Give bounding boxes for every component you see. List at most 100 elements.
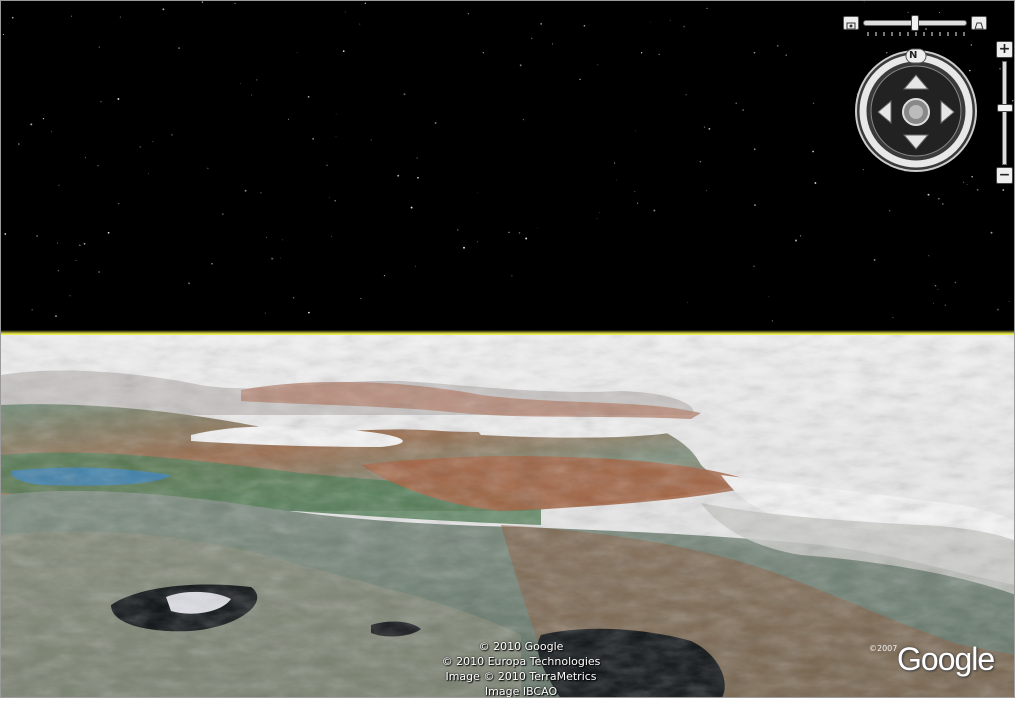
star bbox=[69, 295, 71, 297]
star bbox=[482, 52, 485, 54]
star bbox=[634, 130, 636, 132]
star bbox=[75, 259, 77, 261]
star bbox=[785, 54, 787, 56]
star bbox=[119, 16, 121, 18]
star bbox=[928, 255, 930, 257]
star bbox=[97, 165, 99, 167]
star bbox=[583, 24, 586, 27]
google-logo: Google bbox=[897, 641, 995, 677]
star bbox=[971, 176, 973, 178]
star bbox=[699, 160, 702, 163]
star bbox=[260, 192, 262, 194]
star bbox=[907, 11, 909, 13]
star bbox=[118, 202, 120, 205]
star bbox=[397, 174, 400, 177]
star bbox=[18, 143, 20, 145]
star bbox=[938, 198, 940, 200]
star bbox=[954, 281, 957, 284]
star bbox=[531, 37, 533, 39]
star bbox=[415, 265, 417, 267]
star bbox=[735, 102, 737, 104]
star bbox=[11, 16, 14, 19]
star bbox=[522, 118, 525, 121]
star bbox=[207, 167, 209, 169]
zoom-out-button[interactable]: − bbox=[996, 167, 1013, 184]
star bbox=[71, 15, 73, 17]
zoom-slider-track[interactable] bbox=[1002, 61, 1007, 165]
look-slider-ticks bbox=[867, 32, 965, 36]
star bbox=[768, 296, 770, 298]
star bbox=[525, 237, 528, 240]
star bbox=[147, 172, 149, 174]
star bbox=[685, 94, 687, 96]
slider-tick bbox=[915, 32, 917, 36]
star bbox=[519, 64, 522, 67]
star bbox=[403, 93, 406, 96]
star bbox=[614, 162, 616, 164]
star bbox=[463, 246, 465, 249]
look-around-icon[interactable] bbox=[843, 16, 859, 30]
star bbox=[970, 44, 973, 46]
slider-tick bbox=[875, 32, 877, 36]
star bbox=[511, 275, 513, 277]
star bbox=[708, 128, 711, 130]
star bbox=[57, 270, 59, 272]
star bbox=[370, 139, 372, 141]
slider-tick bbox=[891, 32, 893, 36]
star bbox=[84, 157, 86, 159]
star bbox=[344, 11, 346, 13]
star bbox=[653, 209, 656, 212]
star bbox=[996, 308, 999, 311]
street-view-icon[interactable] bbox=[971, 16, 987, 30]
star bbox=[42, 118, 45, 120]
star bbox=[637, 202, 639, 204]
star bbox=[329, 196, 330, 198]
zoom-control[interactable]: + − bbox=[995, 41, 1014, 187]
slider-tick bbox=[963, 32, 965, 36]
star bbox=[889, 210, 891, 212]
star bbox=[98, 271, 101, 273]
star bbox=[222, 213, 224, 215]
star bbox=[36, 235, 38, 237]
slider-tick bbox=[907, 32, 909, 36]
star bbox=[927, 193, 930, 196]
star bbox=[753, 148, 756, 151]
zoom-in-button[interactable]: + bbox=[996, 41, 1013, 58]
star bbox=[892, 316, 894, 318]
star bbox=[58, 184, 60, 186]
zoom-slider-thumb[interactable] bbox=[997, 103, 1013, 112]
star bbox=[933, 303, 934, 305]
star bbox=[410, 206, 413, 209]
star bbox=[201, 1, 204, 3]
earth-viewport[interactable]: © 2010 Google © 2010 Europa Technologies… bbox=[0, 0, 1015, 698]
star bbox=[938, 12, 941, 14]
star bbox=[579, 78, 581, 81]
zoom-out-label: − bbox=[998, 167, 1011, 183]
star bbox=[944, 304, 946, 306]
look-slider-thumb[interactable] bbox=[911, 15, 919, 31]
joystick-icon[interactable] bbox=[902, 98, 930, 126]
star bbox=[434, 122, 437, 124]
slider-tick bbox=[867, 32, 869, 36]
attribution-line: © 2010 Europa Technologies bbox=[441, 655, 601, 668]
star bbox=[456, 229, 459, 231]
star bbox=[596, 218, 598, 220]
star bbox=[282, 239, 283, 241]
star bbox=[537, 227, 538, 229]
star bbox=[706, 190, 707, 192]
navigation-control[interactable]: N bbox=[851, 47, 981, 175]
slider-tick bbox=[939, 32, 941, 36]
star bbox=[280, 257, 282, 259]
star bbox=[640, 52, 643, 54]
star bbox=[250, 94, 252, 96]
look-slider[interactable] bbox=[843, 14, 989, 36]
star bbox=[753, 51, 756, 54]
star bbox=[162, 8, 165, 11]
star bbox=[326, 164, 328, 166]
compass-north-label[interactable]: N bbox=[909, 50, 917, 61]
star bbox=[308, 311, 310, 314]
star bbox=[152, 141, 154, 142]
slider-tick bbox=[899, 32, 901, 36]
google-logo-area: ©2007 Google bbox=[869, 641, 1009, 681]
star bbox=[812, 102, 815, 105]
